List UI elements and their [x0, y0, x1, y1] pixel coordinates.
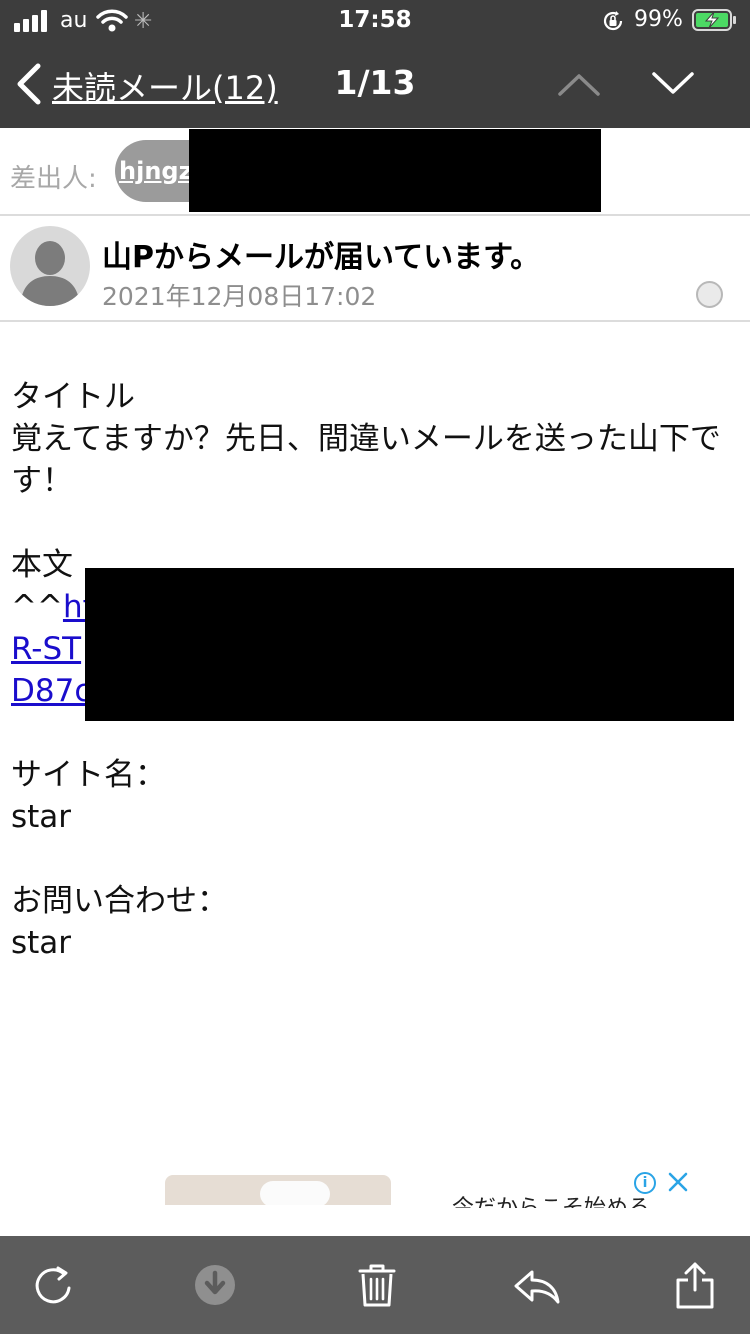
ad-close-icon[interactable] — [666, 1170, 690, 1194]
battery-percent: 99% — [634, 7, 683, 32]
orientation-lock-icon — [603, 11, 623, 31]
message-header: 山Pからメールが届いています。 2021年12月08日17:02 — [0, 216, 750, 322]
message-position-text: 1/13 — [334, 63, 416, 102]
body-link-part[interactable]: D87c — [11, 673, 91, 709]
trash-icon[interactable] — [352, 1260, 402, 1310]
ad-image[interactable] — [165, 1175, 391, 1205]
bottom-toolbar — [0, 1236, 750, 1334]
sender-row: 差出人: hjngzx — [0, 128, 750, 216]
previous-arrow-icon[interactable] — [556, 66, 602, 102]
body-link-part[interactable]: R-ST — [11, 631, 81, 667]
redaction-block — [189, 129, 601, 212]
sender-label: 差出人: — [10, 164, 97, 194]
next-arrow-icon[interactable] — [650, 66, 696, 102]
ad-info-icon[interactable]: i — [634, 1172, 656, 1194]
contact-value: star — [11, 925, 72, 961]
contact-label: お問い合わせ： — [11, 883, 228, 919]
link-prefix: ^^ — [11, 589, 63, 625]
top-bar: au ✳ 17:58 99% 未読メール(12) 1/13 — [0, 0, 750, 128]
message-position: 1/13 — [0, 63, 750, 102]
redaction-block — [85, 568, 734, 721]
battery-charging-icon — [692, 9, 736, 31]
message-date: 2021年12月08日17:02 — [102, 282, 377, 311]
site-label: サイト名： — [11, 757, 166, 793]
reply-icon[interactable] — [512, 1260, 562, 1310]
title-label: タイトル — [11, 379, 135, 415]
select-radio[interactable] — [696, 281, 723, 308]
avatar — [10, 226, 90, 306]
site-value: star — [11, 799, 72, 835]
message-subject: 山Pからメールが届いています。 — [102, 240, 541, 275]
status-bar: au ✳ 17:58 99% — [0, 0, 750, 40]
download-icon[interactable] — [190, 1260, 240, 1310]
title-text: 覚えてますか？先日、間違いメールを送った山下です！ — [11, 421, 721, 499]
refresh-icon[interactable] — [28, 1260, 78, 1310]
person-silhouette-icon — [20, 241, 80, 306]
share-icon[interactable] — [670, 1260, 720, 1310]
ad-text[interactable]: 今だからこそ始める — [452, 1190, 650, 1208]
